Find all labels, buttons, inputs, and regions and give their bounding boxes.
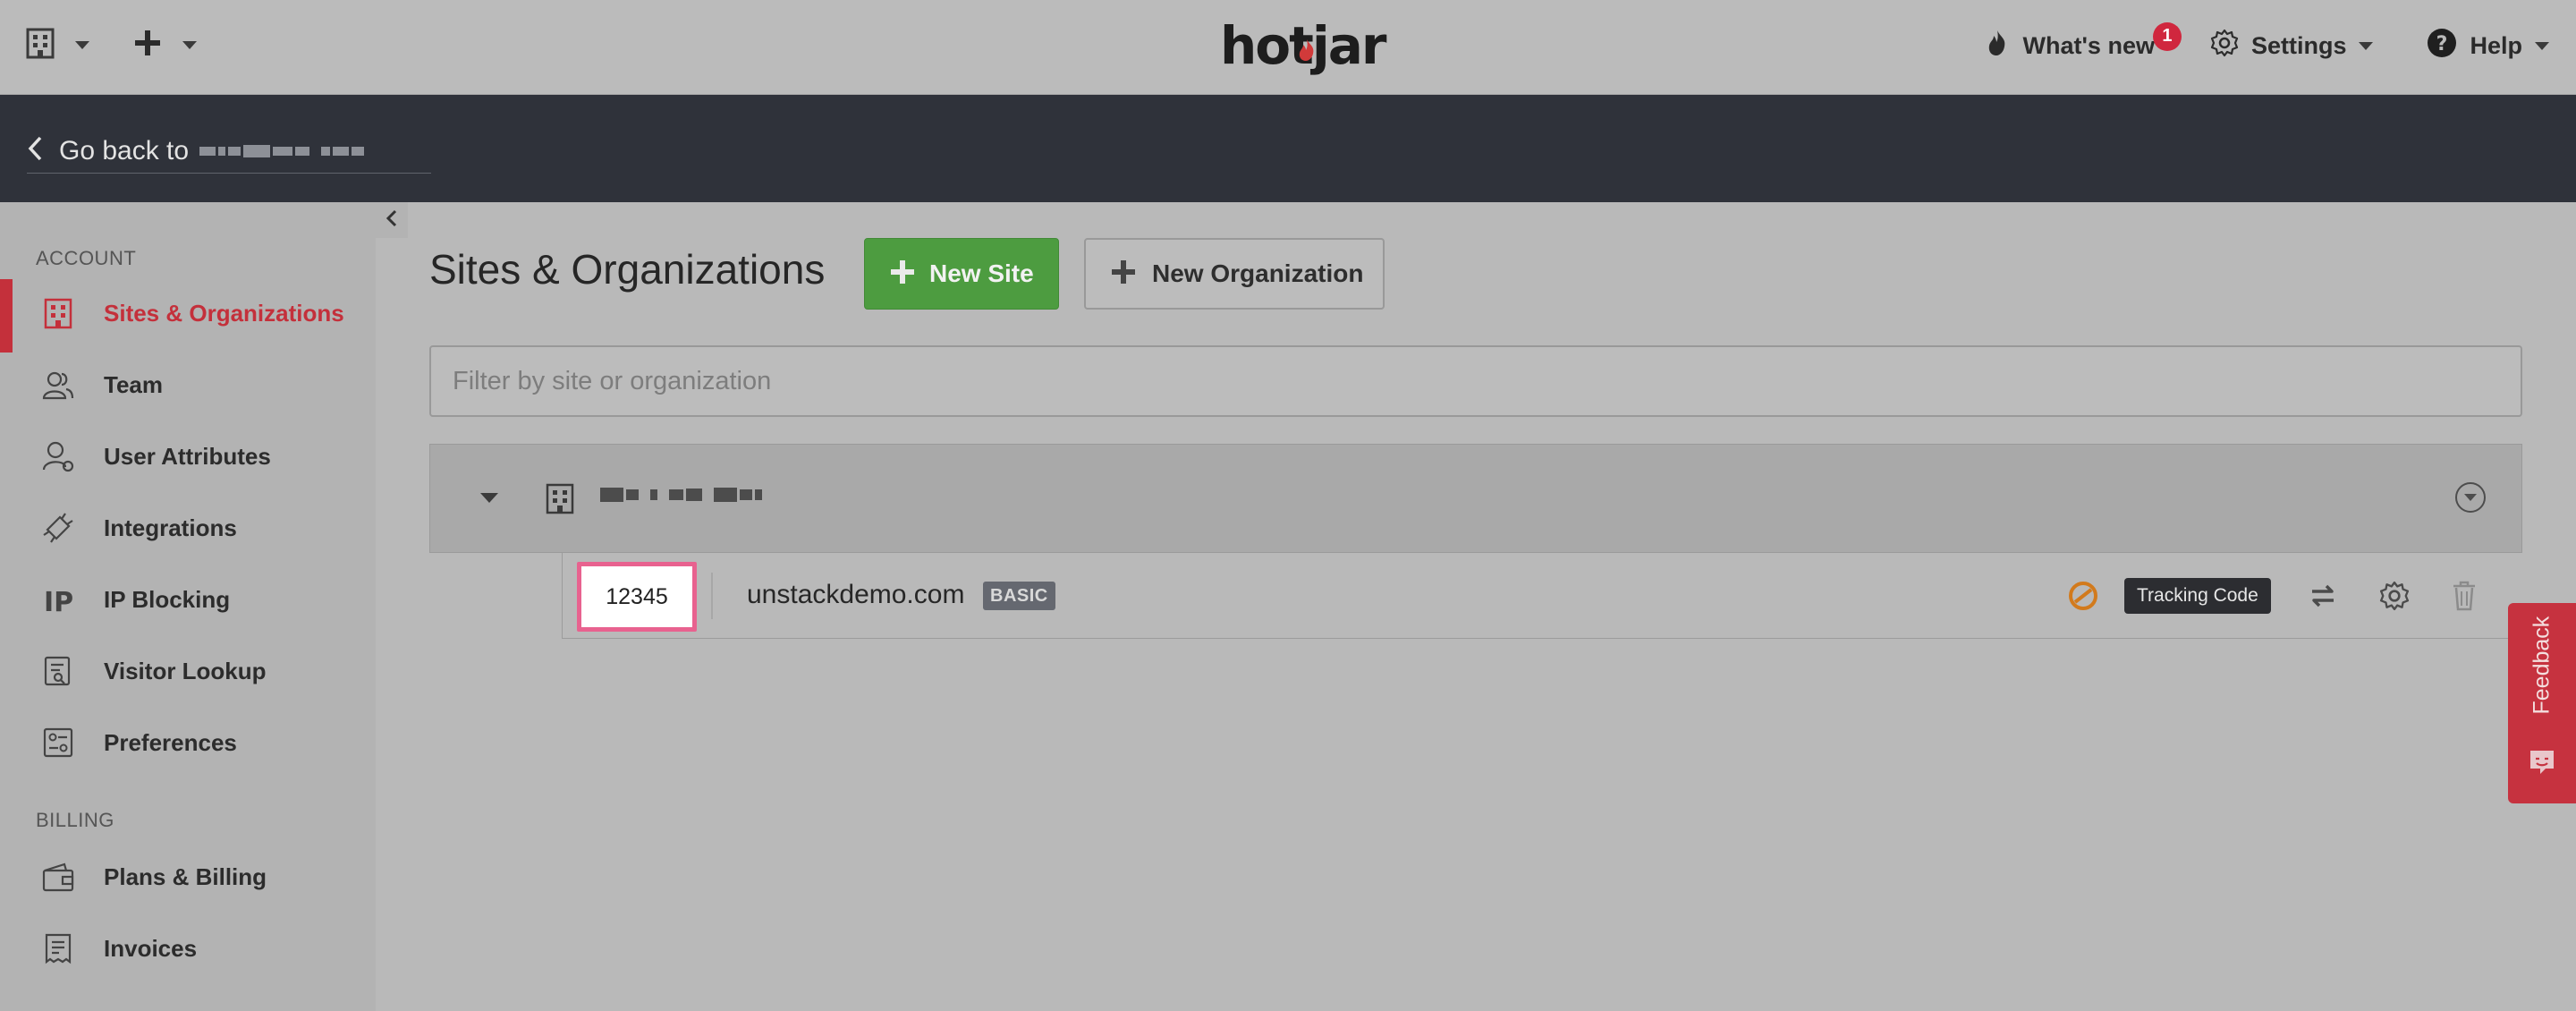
feedback-label: Feedback xyxy=(2529,616,2555,715)
settings-menu-button[interactable]: Settings xyxy=(2210,29,2374,64)
svg-text:?: ? xyxy=(2436,33,2448,55)
sidebar-item-label: Team xyxy=(104,370,163,398)
go-back-link[interactable]: Go back to xyxy=(27,129,431,174)
plan-badge: BASIC xyxy=(983,582,1055,610)
ip-icon: IP xyxy=(41,582,75,616)
sidebar-item-invoices[interactable]: Invoices xyxy=(0,922,376,975)
section-title-account: ACCOUNT xyxy=(36,247,137,269)
organization-row[interactable] xyxy=(429,444,2522,553)
sidebar-item-label: Preferences xyxy=(104,728,237,756)
redacted-organization-name xyxy=(600,488,765,502)
chevron-down-icon xyxy=(182,41,197,49)
hotjar-logo[interactable]: hotjar xyxy=(1220,11,1386,79)
svg-text:IP: IP xyxy=(44,587,73,615)
site-settings-icon[interactable] xyxy=(2377,578,2412,614)
context-bar: Go back to xyxy=(0,95,2576,202)
plus-icon xyxy=(134,30,161,61)
sidebar-item-user-attributes[interactable]: User Attributes xyxy=(0,429,376,483)
flame-logo-icon xyxy=(1295,11,1318,77)
sidebar-item-label: User Attributes xyxy=(104,442,271,470)
whats-new-label: What's new xyxy=(2022,31,2155,59)
chevron-left-icon xyxy=(27,136,43,166)
new-site-button[interactable]: New Site xyxy=(864,238,1059,310)
gear-icon xyxy=(2210,29,2239,64)
site-id[interactable]: 12345 xyxy=(577,562,697,632)
sidebar-item-preferences[interactable]: Preferences xyxy=(0,716,376,769)
sidebar-item-visitor-lookup[interactable]: Visitor Lookup xyxy=(0,644,376,698)
feedback-tab[interactable]: Feedback xyxy=(2508,603,2576,803)
transfer-site-icon[interactable] xyxy=(2305,578,2341,614)
go-back-label: Go back to xyxy=(59,135,190,166)
notification-count-badge: 1 xyxy=(2152,21,2182,51)
help-menu-button[interactable]: ? Help xyxy=(2427,28,2549,64)
wallet-icon xyxy=(41,860,75,894)
organization-switcher[interactable] xyxy=(25,27,89,64)
building-icon xyxy=(41,296,75,330)
help-label: Help xyxy=(2470,31,2522,59)
top-left-controls xyxy=(25,27,197,64)
tracking-code-tooltip[interactable]: Tracking Code xyxy=(2124,578,2271,614)
new-site-label: New Site xyxy=(929,259,1034,287)
create-menu-button[interactable] xyxy=(134,30,197,61)
sidebar-item-label: IP Blocking xyxy=(104,585,231,613)
sidebar-item-label: Plans & Billing xyxy=(104,862,267,890)
chevron-down-icon xyxy=(2359,41,2374,50)
divider xyxy=(711,573,713,619)
integrations-icon xyxy=(41,511,75,545)
section-title-billing: BILLING xyxy=(36,809,114,831)
flame-icon xyxy=(1986,30,2009,63)
new-organization-button[interactable]: New Organization xyxy=(1084,238,1385,310)
top-right-controls: What's new 1 Settings ? Help xyxy=(1986,21,2549,66)
building-icon xyxy=(545,482,575,519)
invoice-icon xyxy=(41,931,75,965)
visitor-lookup-icon xyxy=(41,654,75,688)
sidebar-item-sites-organizations[interactable]: Sites & Organizations xyxy=(0,279,376,353)
new-organization-label: New Organization xyxy=(1152,259,1364,287)
top-navigation-bar: hotjar What's new 1 Settings ? Help xyxy=(0,0,2576,95)
trash-icon[interactable] xyxy=(2446,578,2482,614)
sidebar-item-label: Sites & Organizations xyxy=(104,299,344,327)
plus-icon xyxy=(1111,259,1136,289)
page-title: Sites & Organizations xyxy=(429,246,826,293)
sidebar-item-label: Integrations xyxy=(104,514,237,541)
tracking-status-icon[interactable] xyxy=(2067,580,2099,616)
filter-input[interactable] xyxy=(429,345,2522,417)
site-row: 12345 unstackdemo.com BASIC Tracking Cod… xyxy=(562,553,2522,639)
sidebar: ACCOUNT Sites & Organizations Team User … xyxy=(0,202,376,1011)
help-icon: ? xyxy=(2427,28,2457,64)
sidebar-item-integrations[interactable]: Integrations xyxy=(0,501,376,555)
team-icon xyxy=(41,368,75,402)
chevron-down-icon xyxy=(2535,41,2549,50)
redacted-name xyxy=(199,144,367,157)
whats-new-button[interactable]: What's new 1 xyxy=(1986,21,2182,63)
collapse-sidebar-button[interactable] xyxy=(376,202,408,238)
sidebar-item-label: Invoices xyxy=(104,934,198,962)
chevron-down-icon xyxy=(75,41,89,49)
plus-icon xyxy=(890,259,915,289)
caret-down-icon[interactable] xyxy=(480,491,498,507)
sidebar-item-plans-billing[interactable]: Plans & Billing xyxy=(0,850,376,904)
expand-options-icon[interactable] xyxy=(2455,482,2486,513)
settings-label: Settings xyxy=(2250,31,2347,59)
user-attributes-icon xyxy=(41,439,75,473)
sidebar-item-ip-blocking[interactable]: IP IP Blocking xyxy=(0,573,376,626)
feedback-face-icon xyxy=(2528,748,2556,779)
preferences-icon xyxy=(41,726,75,760)
chevron-left-icon xyxy=(386,209,398,232)
sidebar-item-team[interactable]: Team xyxy=(0,358,376,412)
site-domain[interactable]: unstackdemo.com xyxy=(747,580,964,610)
building-icon xyxy=(25,27,55,64)
sidebar-item-label: Visitor Lookup xyxy=(104,657,267,684)
